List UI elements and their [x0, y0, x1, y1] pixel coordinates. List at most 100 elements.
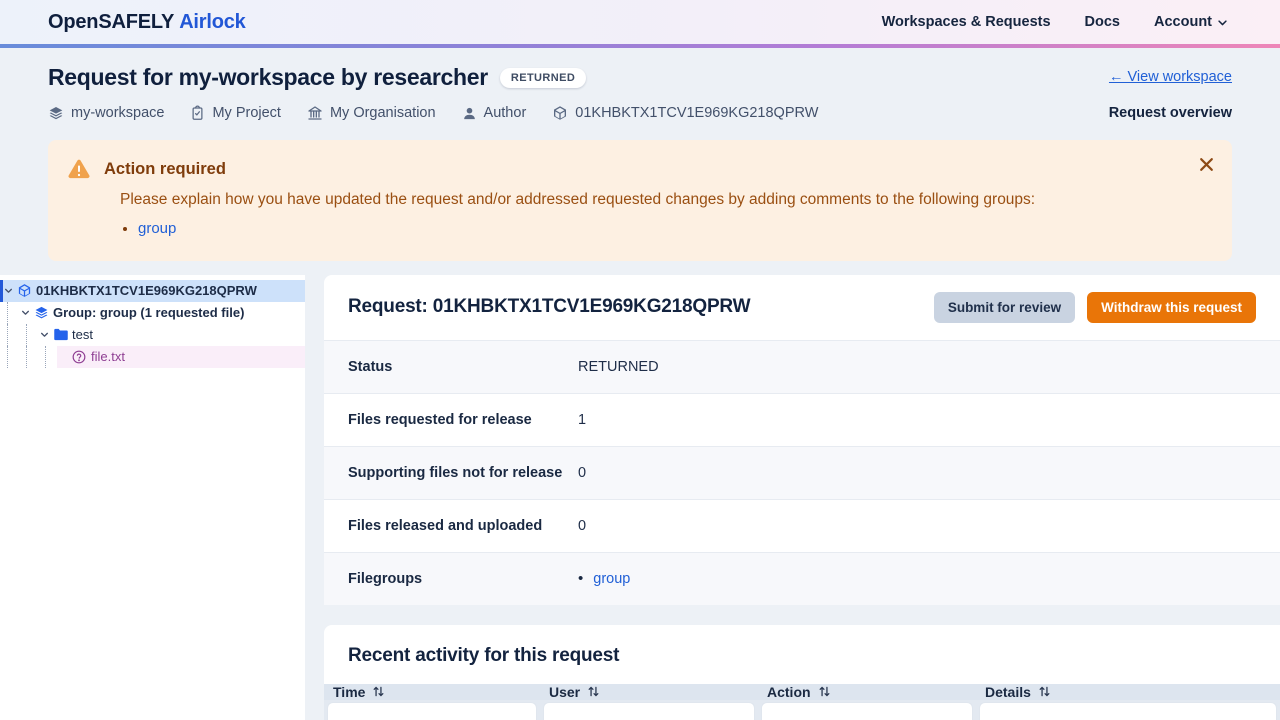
nav-workspaces-requests[interactable]: Workspaces & Requests — [882, 14, 1051, 30]
activity-filter-row — [324, 700, 1280, 720]
meta-workspace-label: my-workspace — [71, 105, 164, 121]
alert-message: Please explain how you have updated the … — [120, 190, 1176, 210]
cube-icon — [17, 283, 32, 298]
detail-row-filegroups: Filegroups group — [324, 552, 1280, 605]
file-tree-sidebar: 01KHBKTX1TCV1E969KG218QPRW Group: group … — [0, 275, 305, 720]
tree-indent-guide — [7, 324, 19, 346]
logo-primary: OpenSAFELY — [48, 11, 174, 33]
tree-item-label: Group: group (1 requested file) — [53, 305, 244, 320]
tree-indent-guide — [26, 324, 38, 346]
detail-label: Filegroups — [348, 571, 578, 587]
tree-indent-guide — [7, 346, 19, 368]
file-highlight: file.txt — [57, 346, 305, 368]
filegroup-link[interactable]: group — [593, 571, 630, 587]
tree-item-label: file.txt — [91, 349, 125, 364]
detail-row-files-released: Files released and uploaded 0 — [324, 499, 1280, 552]
action-required-alert: Action required Please explain how you h… — [48, 140, 1232, 261]
bank-icon — [307, 105, 323, 121]
chevron-down-icon[interactable] — [19, 308, 32, 317]
tree-item-request-root[interactable]: 01KHBKTX1TCV1E969KG218QPRW — [0, 280, 305, 302]
alert-group-item: group — [138, 218, 1176, 241]
cube-icon — [552, 105, 568, 121]
tree-item-label: 01KHBKTX1TCV1E969KG218QPRW — [36, 283, 257, 298]
chevron-down-icon[interactable] — [38, 330, 51, 339]
tree-indent-guide — [45, 346, 57, 368]
filter-details-input[interactable] — [979, 702, 1277, 720]
tree-indent-guide — [7, 302, 19, 324]
activity-table-header: Time User Action — [324, 684, 1280, 700]
detail-value: 0 — [578, 518, 586, 534]
chevron-down-icon — [1217, 17, 1228, 28]
nav-account-label: Account — [1154, 14, 1212, 30]
filter-action-input[interactable] — [761, 702, 973, 720]
alert-title: Action required — [104, 160, 226, 179]
detail-value: 0 — [578, 465, 586, 481]
person-icon — [462, 106, 477, 121]
top-navigation: OpenSAFELYAirlock Workspaces & Requests … — [0, 0, 1280, 44]
tree-item-file-txt[interactable]: file.txt — [0, 346, 305, 368]
meta-workspace: my-workspace — [48, 105, 164, 121]
question-circle-icon — [72, 349, 87, 364]
detail-label: Files requested for release — [348, 412, 578, 428]
activity-title: Recent activity for this request — [324, 625, 1280, 684]
request-overview-link[interactable]: Request overview — [1109, 105, 1232, 121]
clipboard-icon — [190, 105, 205, 121]
tree-item-test-folder[interactable]: test — [0, 324, 305, 346]
tree-item-group[interactable]: Group: group (1 requested file) — [0, 302, 305, 324]
filter-time-input[interactable] — [327, 702, 537, 720]
chevron-down-icon[interactable] — [2, 286, 15, 295]
page-title: Request for my-workspace by researcher — [48, 64, 488, 91]
top-nav-links: Workspaces & Requests Docs Account — [882, 14, 1228, 30]
submit-for-review-button[interactable]: Submit for review — [934, 292, 1075, 323]
sort-icon — [372, 685, 385, 698]
sort-icon — [1038, 685, 1051, 698]
meta-author-label: Author — [484, 105, 527, 121]
withdraw-request-button[interactable]: Withdraw this request — [1087, 292, 1256, 323]
status-badge: RETURNED — [500, 68, 586, 88]
content-area: 01KHBKTX1TCV1E969KG218QPRW Group: group … — [0, 275, 1280, 720]
nav-docs[interactable]: Docs — [1085, 14, 1120, 30]
meta-request-id: 01KHBKTX1TCV1E969KG218QPRW — [552, 105, 818, 121]
detail-label: Files released and uploaded — [348, 518, 578, 534]
detail-value: RETURNED — [578, 359, 659, 375]
filter-user-input[interactable] — [543, 702, 755, 720]
detail-row-files-requested: Files requested for release 1 — [324, 393, 1280, 446]
close-icon[interactable] — [1192, 150, 1220, 178]
meta-organisation-label: My Organisation — [330, 105, 436, 121]
column-header-action[interactable]: Action — [758, 684, 976, 700]
column-label: Time — [333, 684, 365, 700]
sort-icon — [818, 685, 831, 698]
request-meta: my-workspace My Project My Organisation — [48, 105, 818, 121]
column-label: User — [549, 684, 580, 700]
nav-account-menu[interactable]: Account — [1154, 14, 1228, 30]
detail-label: Status — [348, 359, 578, 375]
request-overview-card: Request: 01KHBKTX1TCV1E969KG218QPRW Subm… — [324, 275, 1280, 605]
column-header-user[interactable]: User — [540, 684, 758, 700]
column-label: Details — [985, 684, 1031, 700]
meta-project: My Project — [190, 105, 281, 121]
app-root: OpenSAFELYAirlock Workspaces & Requests … — [0, 0, 1280, 720]
alert-group-link[interactable]: group — [138, 220, 176, 237]
request-card-title: Request: 01KHBKTX1TCV1E969KG218QPRW — [348, 296, 750, 318]
detail-row-status: Status RETURNED — [324, 340, 1280, 393]
warning-icon — [68, 159, 90, 179]
column-header-time[interactable]: Time — [324, 684, 540, 700]
detail-row-supporting-files: Supporting files not for release 0 — [324, 446, 1280, 499]
layers-icon — [48, 105, 64, 121]
logo-secondary: Airlock — [179, 11, 245, 33]
filegroup-list: group — [578, 570, 630, 587]
detail-value: 1 — [578, 412, 586, 428]
layers-icon — [34, 305, 49, 320]
alert-group-list: group — [138, 218, 1176, 241]
app-logo[interactable]: OpenSAFELYAirlock — [48, 11, 246, 34]
page-header: Request for my-workspace by researcher R… — [0, 48, 1280, 121]
column-header-details[interactable]: Details — [976, 684, 1280, 700]
main-column: Request: 01KHBKTX1TCV1E969KG218QPRW Subm… — [324, 275, 1280, 720]
column-label: Action — [767, 684, 811, 700]
filegroup-item: group — [578, 570, 630, 587]
view-workspace-link[interactable]: ← View workspace — [1109, 69, 1232, 85]
recent-activity-card: Recent activity for this request Time Us… — [324, 625, 1280, 720]
detail-label: Supporting files not for release — [348, 465, 578, 481]
meta-author: Author — [462, 105, 527, 121]
folder-icon — [53, 327, 68, 342]
